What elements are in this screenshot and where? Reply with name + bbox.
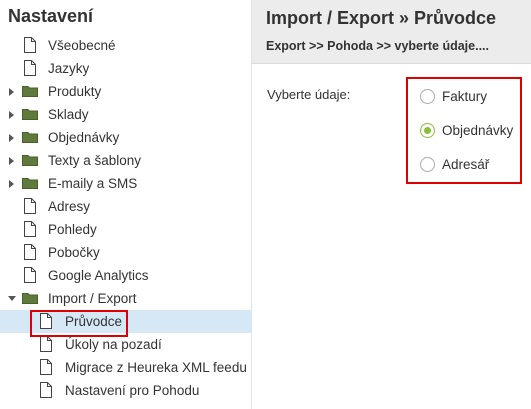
- sidebar-item-pobocky[interactable]: Pobočky: [0, 241, 252, 264]
- expand-arrow-icon[interactable]: [9, 134, 14, 142]
- sidebar-item-label: E-maily a SMS: [48, 176, 138, 191]
- expand-arrow-icon[interactable]: [9, 157, 14, 165]
- sidebar-item-label: Migrace z Heureka XML feedu: [65, 360, 247, 375]
- field-label-select-data: Vyberte údaje:: [267, 87, 351, 102]
- folder-icon: [22, 155, 38, 166]
- expand-arrow-icon[interactable]: [9, 180, 14, 188]
- sidebar-item-produkty[interactable]: Produkty: [0, 80, 252, 103]
- expand-arrow-icon[interactable]: [9, 88, 14, 96]
- page-icon: [40, 313, 52, 329]
- radio-option-adresar[interactable]: Adresář: [420, 154, 489, 174]
- sidebar-item-label: Texty a šablony: [48, 153, 142, 168]
- sidebar-item-label: Import / Export: [48, 291, 137, 306]
- page-icon: [24, 37, 36, 53]
- page-icon: [40, 359, 52, 375]
- sidebar-item-label: Adresy: [48, 199, 91, 214]
- radio-label: Objednávky: [442, 122, 514, 138]
- page-icon: [40, 382, 52, 398]
- folder-icon: [22, 86, 38, 97]
- sidebar-item-label: Všeobecné: [48, 38, 116, 53]
- radio-button[interactable]: [420, 156, 435, 172]
- sidebar-item-label: Průvodce: [65, 314, 123, 329]
- sidebar-item-label: Nastavení pro Pohodu: [65, 383, 200, 398]
- page-icon: [40, 336, 52, 352]
- page-icon: [24, 221, 36, 237]
- folder-icon: [22, 109, 38, 120]
- settings-tree: Všeobecné Jazyky Produkty Sklady Objedná…: [0, 34, 252, 402]
- settings-sidebar: Nastavení Všeobecné Jazyky Produkty Skla…: [0, 0, 252, 409]
- folder-icon: [22, 293, 38, 304]
- sidebar-item-emaily-a-sms[interactable]: E-maily a SMS: [0, 172, 252, 195]
- sidebar-item-adresy[interactable]: Adresy: [0, 195, 252, 218]
- radio-button-checked[interactable]: [420, 122, 435, 138]
- main-panel: Import / Export » Průvodce Export >> Poh…: [252, 0, 531, 409]
- page-icon: [24, 244, 36, 260]
- data-type-radio-group: Faktury Objednávky Adresář: [406, 77, 522, 184]
- sidebar-item-pruvodce[interactable]: Průvodce: [0, 310, 252, 333]
- page-title: Import / Export » Průvodce: [266, 8, 497, 28]
- page-icon: [24, 60, 36, 76]
- expand-arrow-icon[interactable]: [9, 111, 14, 119]
- collapse-arrow-icon[interactable]: [8, 296, 16, 301]
- sidebar-item-nastaveni-pro-pohodu[interactable]: Nastavení pro Pohodu: [0, 379, 252, 402]
- sidebar-item-migrace-heureka[interactable]: Migrace z Heureka XML feedu: [0, 356, 252, 379]
- folder-icon: [22, 178, 38, 189]
- breadcrumb: Export >> Pohoda >> vyberte údaje....: [266, 39, 489, 53]
- radio-option-objednavky[interactable]: Objednávky: [420, 120, 513, 140]
- sidebar-item-pohledy[interactable]: Pohledy: [0, 218, 252, 241]
- sidebar-item-label: Pohledy: [48, 222, 97, 237]
- sidebar-item-texty-a-sablony[interactable]: Texty a šablony: [0, 149, 252, 172]
- radio-option-faktury[interactable]: Faktury: [420, 86, 487, 106]
- sidebar-item-jazyky[interactable]: Jazyky: [0, 57, 252, 80]
- sidebar-item-label: Úkoly na pozadí: [65, 337, 162, 352]
- sidebar-item-google-analytics[interactable]: Google Analytics: [0, 264, 252, 287]
- sidebar-item-label: Pobočky: [48, 245, 100, 260]
- sidebar-item-import-export[interactable]: Import / Export: [0, 287, 252, 310]
- sidebar-item-label: Objednávky: [48, 130, 120, 145]
- sidebar-item-label: Produkty: [48, 84, 102, 99]
- radio-label: Faktury: [442, 88, 488, 104]
- radio-label: Adresář: [442, 156, 490, 172]
- sidebar-item-ukoly-na-pozadi[interactable]: Úkoly na pozadí: [0, 333, 252, 356]
- sidebar-item-objednavky[interactable]: Objednávky: [0, 126, 252, 149]
- sidebar-item-vseobecne[interactable]: Všeobecné: [0, 34, 252, 57]
- sidebar-item-label: Jazyky: [48, 61, 90, 76]
- radio-button[interactable]: [420, 88, 435, 104]
- sidebar-item-label: Google Analytics: [48, 268, 149, 283]
- sidebar-title: Nastavení: [8, 6, 94, 26]
- folder-icon: [22, 132, 38, 143]
- page-icon: [24, 267, 36, 283]
- sidebar-item-sklady[interactable]: Sklady: [0, 103, 252, 126]
- sidebar-item-label: Sklady: [48, 107, 89, 122]
- page-icon: [24, 198, 36, 214]
- page-header: Import / Export » Průvodce Export >> Poh…: [252, 0, 531, 64]
